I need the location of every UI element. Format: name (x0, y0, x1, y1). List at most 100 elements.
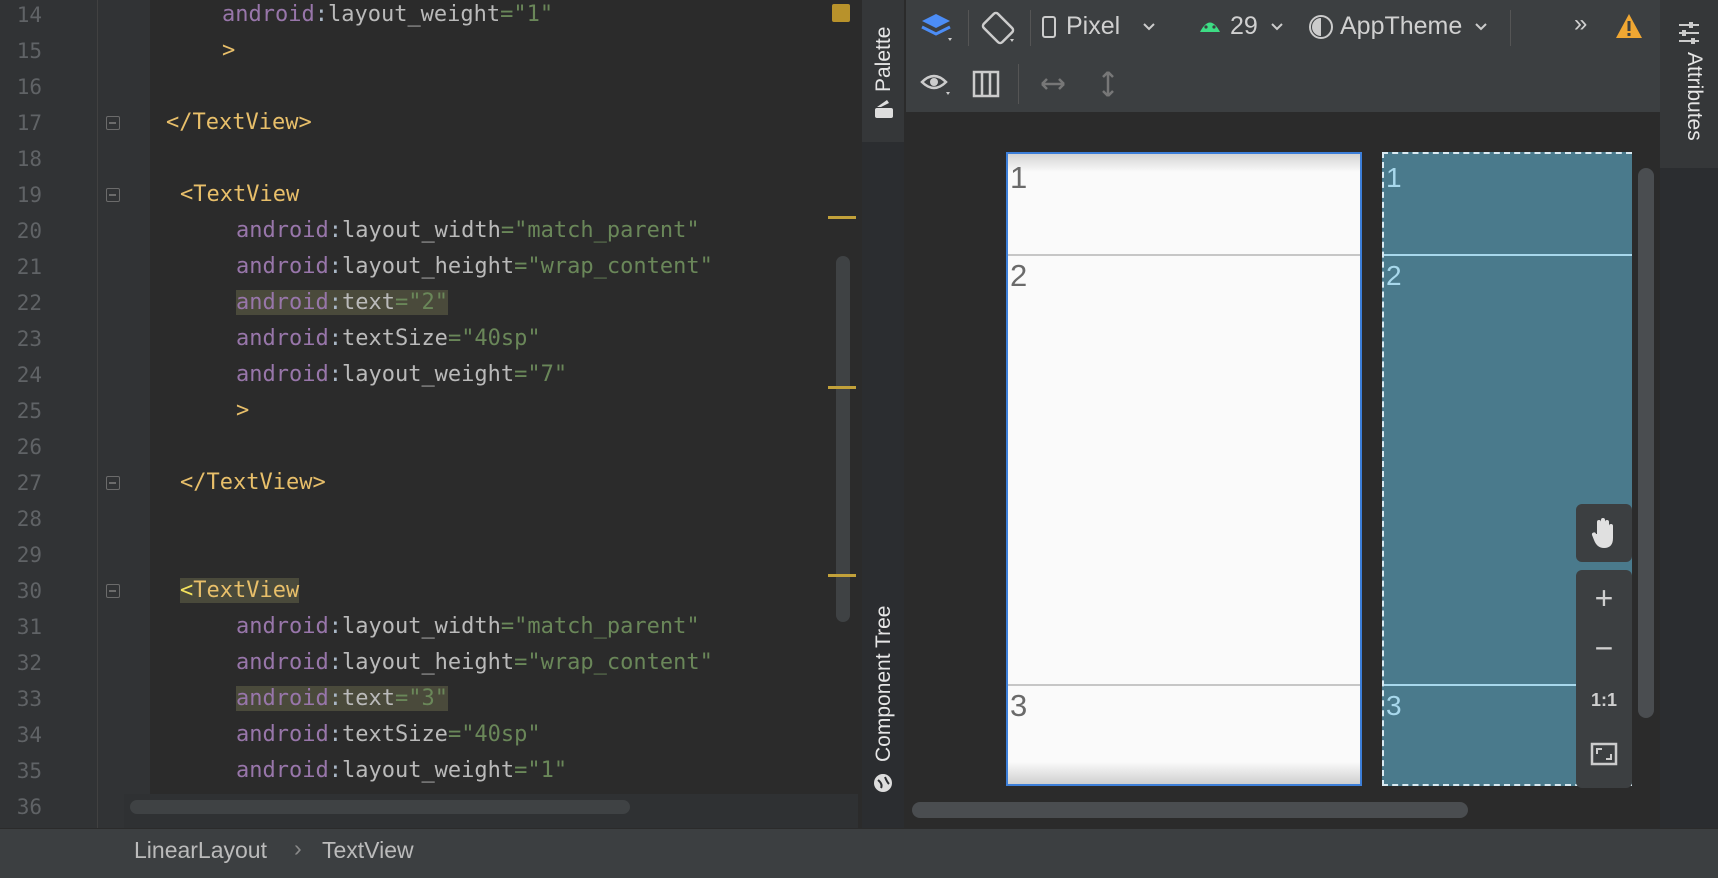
attr-namespace: android (222, 2, 315, 27)
view-options-icon[interactable] (920, 70, 954, 98)
attr-namespace: android (236, 722, 329, 747)
punct: = (514, 650, 528, 675)
zoom-actual-size-button[interactable]: 1:1 (1576, 688, 1632, 712)
punct: = (500, 614, 515, 639)
line-number: 16 (16, 75, 42, 99)
attr-namespace: android (236, 254, 329, 279)
code-text: android:layout_width="match_parent" (236, 609, 700, 645)
toolbar-separator (1510, 10, 1511, 46)
vertical-resize-icon[interactable] (1098, 68, 1118, 100)
textview-2-text: 2 (1010, 258, 1028, 293)
line-number: 31 (16, 615, 42, 639)
warning-icon[interactable] (1614, 12, 1644, 40)
attr-name: layout_weight (341, 362, 515, 387)
error-stripe-mark[interactable] (828, 386, 856, 389)
matching-tag-highlight: <TextView (180, 578, 300, 603)
pan-tool-button[interactable] (1576, 504, 1632, 562)
blueprint-mode-icon[interactable] (972, 70, 1000, 98)
attr-value: "3" (408, 686, 448, 711)
attr-namespace: android (236, 362, 329, 387)
attr-name: layout_width (341, 218, 501, 243)
attr-name: textSize (341, 722, 448, 747)
device-selector[interactable]: Pixel (1042, 0, 1166, 54)
blueprint-textview-1[interactable]: 1 (1384, 154, 1632, 254)
punct: : (328, 686, 342, 711)
attr-value: "match_parent" (514, 218, 700, 243)
code-line: 31 android:layout_width="match_parent" (0, 609, 858, 645)
punct: = (394, 686, 409, 711)
api-level-selector[interactable]: 29 (1198, 0, 1288, 54)
horizontal-resize-icon[interactable] (1038, 74, 1068, 94)
punct: : (328, 758, 342, 783)
fold-toggle-icon[interactable] (106, 584, 120, 598)
code-text: android:layout_weight="7" (236, 357, 567, 393)
editor-horizontal-scrollbar[interactable] (130, 800, 630, 814)
fold-toggle-icon[interactable] (106, 116, 120, 130)
code-text: > (222, 38, 236, 63)
more-actions-button[interactable]: » (1574, 10, 1587, 38)
attr-name: layout_width (341, 614, 501, 639)
theme-label: AppTheme (1340, 12, 1463, 40)
inspection-status-icon[interactable] (832, 4, 850, 22)
code-text: </TextView> (166, 110, 312, 135)
canvas-horizontal-scrollbar[interactable] (912, 802, 1468, 818)
line-number: 24 (16, 363, 42, 387)
toolbar-separator (1018, 64, 1019, 104)
palette-tab[interactable]: Palette (862, 0, 904, 142)
orientation-icon[interactable] (980, 9, 1018, 45)
attr-namespace: android (236, 614, 329, 639)
line-number: 21 (16, 255, 42, 279)
code-editor[interactable]: 14 android:layout_weight="1" 15 > 16 17 … (0, 0, 858, 828)
code-text: <TextView (180, 182, 300, 207)
breadcrumb-textview[interactable]: TextView (322, 837, 414, 864)
breadcrumb-bar: LinearLayout › TextView (0, 828, 1718, 878)
attr-name: layout_height (341, 650, 515, 675)
code-line: 23 android:textSize="40sp" (0, 321, 858, 357)
textview-2[interactable]: 2 (1008, 254, 1360, 684)
attr-namespace: android (236, 686, 329, 711)
component-tree-tab[interactable]: Component Tree (862, 576, 904, 808)
error-stripe-mark[interactable] (828, 574, 856, 577)
blueprint-textview-3-text: 3 (1386, 690, 1402, 721)
code-line: 27 </TextView> (0, 465, 858, 501)
design-preview[interactable]: 1 2 3 (1006, 152, 1362, 786)
attributes-tab[interactable]: Attributes (1660, 0, 1718, 168)
zoom-to-fit-icon[interactable] (1590, 742, 1618, 766)
zoom-out-button[interactable]: − (1576, 632, 1632, 664)
punct: : (328, 254, 342, 279)
error-stripe-mark[interactable] (828, 216, 856, 219)
code-text: android:layout_height="wrap_content" (236, 645, 713, 681)
code-line: 18 (0, 141, 858, 177)
highlighted-attr: android:text="2" (236, 290, 448, 315)
attr-name: layout_weight (327, 2, 501, 27)
line-number: 35 (16, 759, 42, 783)
code-line: 25 > (0, 393, 858, 429)
theme-selector[interactable]: AppTheme (1308, 0, 1488, 54)
toolbar-separator (968, 10, 969, 46)
breadcrumb-linearlayout[interactable]: LinearLayout (134, 837, 267, 864)
punct: = (447, 326, 462, 351)
code-line: 29 (0, 537, 858, 573)
component-tree-tab-label: Component Tree (872, 605, 895, 762)
attr-value: "wrap_content" (527, 254, 713, 279)
design-surface-icon[interactable] (920, 10, 956, 44)
code-text: android:layout_weight="1" (236, 753, 567, 789)
zoom-controls: + − 1:1 (1576, 570, 1632, 788)
fold-toggle-icon[interactable] (106, 476, 120, 490)
code-text: android:text="3" (236, 681, 448, 717)
punct: = (500, 218, 515, 243)
zoom-in-button[interactable]: + (1576, 582, 1632, 614)
code-line: 30 <TextView (0, 573, 858, 609)
line-number: 32 (16, 651, 42, 675)
fold-toggle-icon[interactable] (106, 188, 120, 202)
attr-value: "2" (408, 290, 448, 315)
tag-name: TextView (193, 578, 300, 603)
hand-icon (1591, 518, 1613, 548)
punct: : (314, 2, 328, 27)
code-line: 33 android:text="3" (0, 681, 858, 717)
punct: : (328, 218, 342, 243)
canvas-vertical-scrollbar[interactable] (1638, 168, 1654, 718)
preview-nav-shadow (1008, 762, 1360, 784)
editor-vertical-scrollbar[interactable] (836, 256, 850, 622)
textview-1[interactable]: 1 (1008, 154, 1360, 254)
